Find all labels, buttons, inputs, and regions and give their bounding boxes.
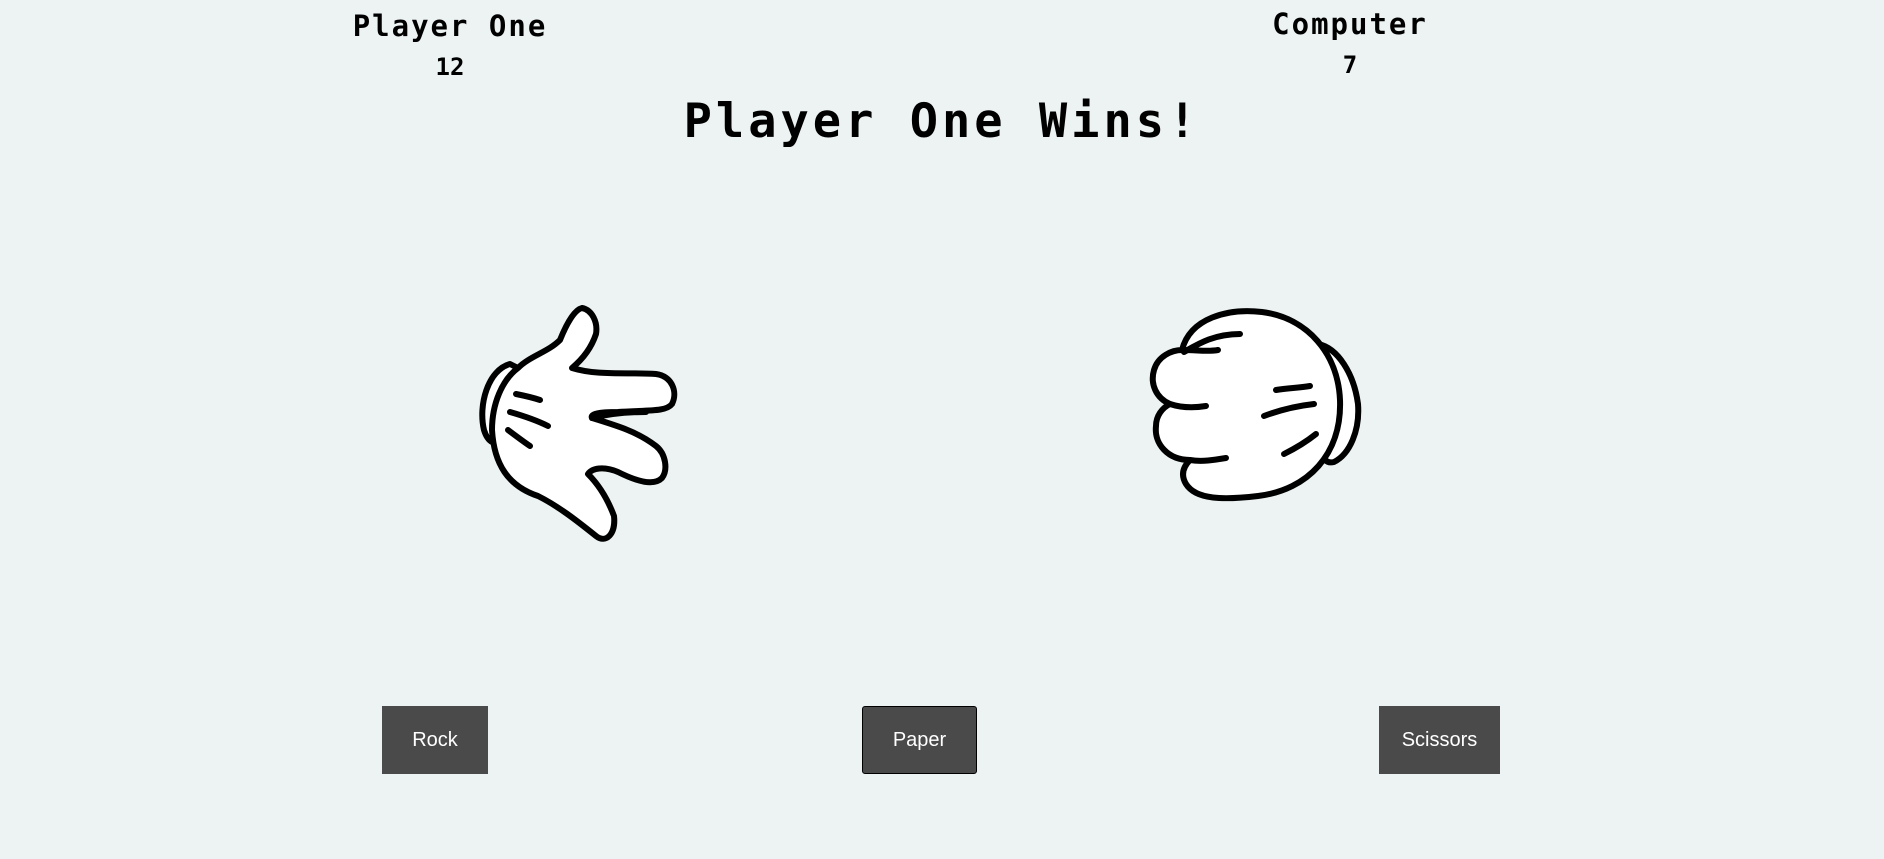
rock-button[interactable]: Rock — [382, 706, 488, 774]
rock-fist-icon — [1149, 308, 1362, 502]
player-score: 12 — [435, 53, 465, 81]
scissors-button[interactable]: Scissors — [1379, 706, 1500, 774]
computer-score-panel: Computer 7 — [1240, 7, 1460, 79]
round-result: Player One Wins! — [683, 94, 1201, 149]
scissors-hand-icon — [479, 305, 678, 542]
computer-name: Computer — [1272, 7, 1428, 41]
player-score-panel: Player One 12 — [330, 9, 570, 81]
player-name: Player One — [352, 9, 548, 43]
computer-score: 7 — [1342, 51, 1358, 79]
paper-button[interactable]: Paper — [862, 706, 977, 774]
